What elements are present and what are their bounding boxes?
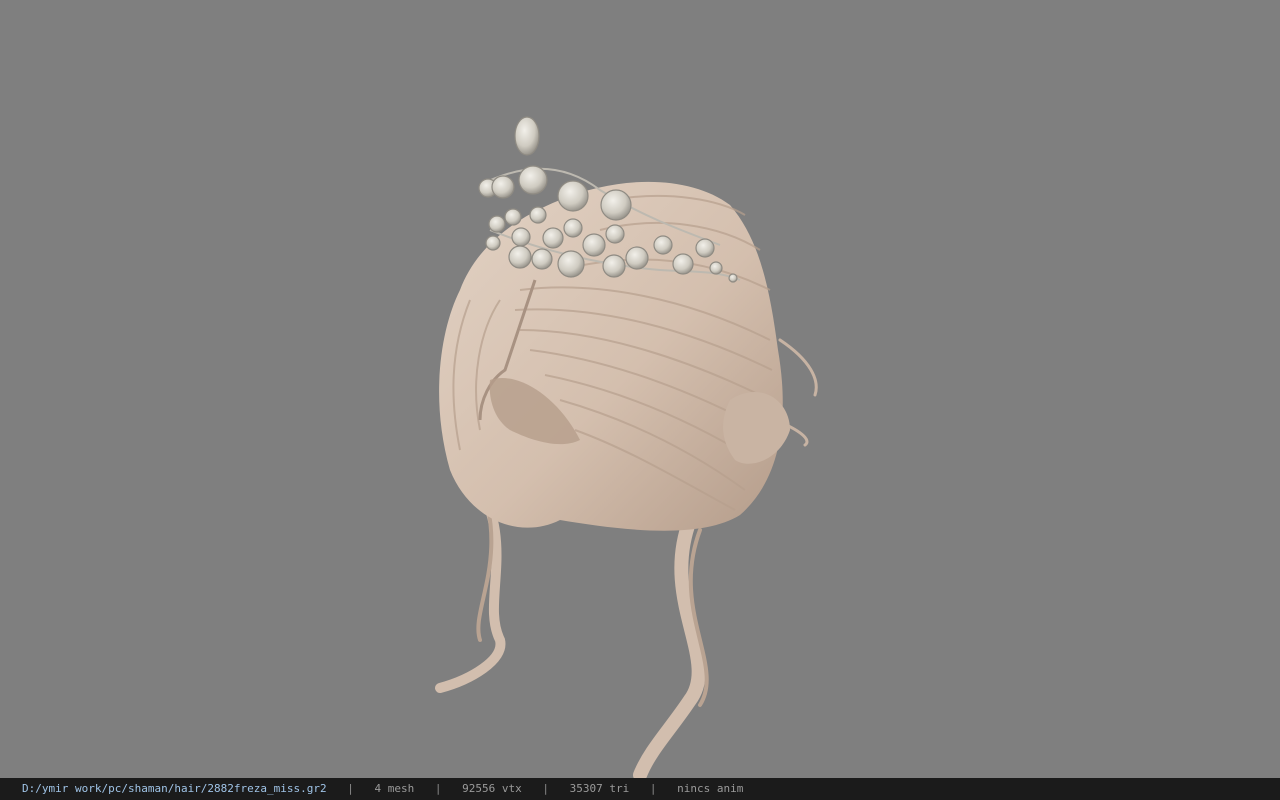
status-bar: D:/ymir work/pc/shaman/hair/2882freza_mi…	[0, 778, 1280, 800]
status-separator: |	[347, 782, 354, 795]
triangle-count: 35307 tri	[569, 782, 630, 795]
status-separator: |	[542, 782, 549, 795]
hair-model-render	[435, 116, 818, 778]
status-separator: |	[434, 782, 442, 795]
file-path: D:/ymir work/pc/shaman/hair/2882freza_mi…	[22, 782, 327, 795]
status-separator: |	[649, 782, 657, 795]
3d-viewport[interactable]	[0, 0, 1280, 778]
vertex-count: 92556 vtx	[462, 782, 522, 795]
animation-status: nincs anim	[677, 782, 744, 795]
mesh-count: 4 mesh	[374, 782, 415, 795]
